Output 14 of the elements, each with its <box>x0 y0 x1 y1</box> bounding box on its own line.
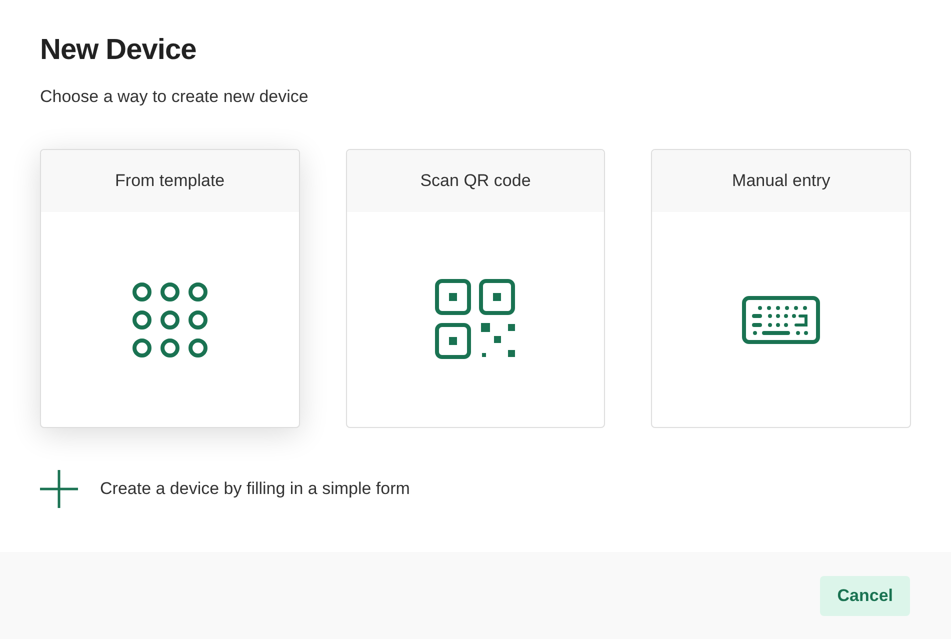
create-form-link[interactable]: Create a device by filling in a simple form <box>100 479 410 499</box>
option-card[interactable]: From template <box>40 149 300 428</box>
option-label: From template <box>115 171 225 191</box>
option-label: Scan QR code <box>420 171 531 191</box>
option-card[interactable]: Scan QR code <box>346 149 606 428</box>
plus-icon[interactable] <box>40 470 78 508</box>
option-card[interactable]: Manual entry <box>651 149 912 428</box>
keyboard-icon <box>742 296 820 344</box>
dots-grid-icon <box>132 282 208 358</box>
option-label: Manual entry <box>732 171 830 191</box>
cancel-button[interactable]: Cancel <box>820 576 910 616</box>
dialog-subtitle: Choose a way to create new device <box>40 87 310 107</box>
qr-code-icon <box>434 278 516 360</box>
dialog-title: New Device <box>40 34 198 67</box>
